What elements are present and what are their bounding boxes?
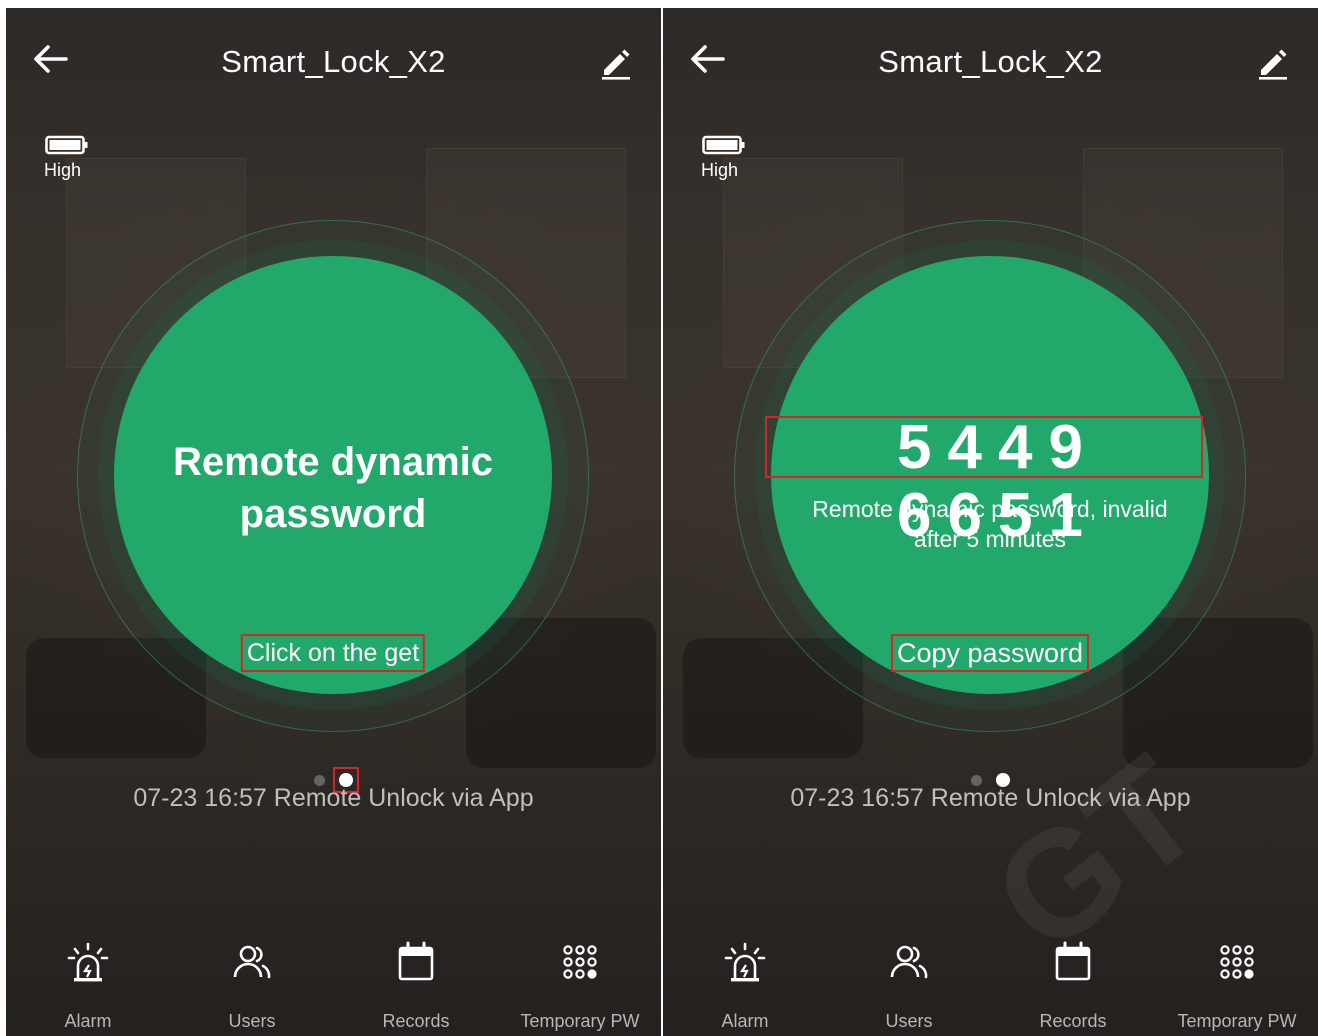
top-bar: Smart_Lock_X2 <box>6 8 661 118</box>
nav-label: Temporary PW <box>1177 1011 1297 1031</box>
nav-temporary-pw[interactable]: Temporary PW <box>498 933 661 1036</box>
device-title: Smart_Lock_X2 <box>221 44 446 79</box>
battery-level-label: High <box>44 160 82 180</box>
records-icon <box>1055 941 1091 981</box>
grid-dots-icon <box>1220 945 1254 979</box>
alarm-icon <box>67 942 109 982</box>
get-password-button[interactable]: Click on the get <box>240 634 426 672</box>
latest-record: 07-23 16:57 Remote Unlock via App <box>133 784 534 812</box>
grid-dots-icon <box>563 945 597 979</box>
nav-alarm[interactable]: Alarm <box>6 933 170 1036</box>
edit-pencil-icon[interactable] <box>599 46 633 80</box>
users-icon <box>233 945 271 979</box>
edit-pencil-icon[interactable] <box>1256 46 1290 80</box>
nav-label: Records <box>382 1011 450 1031</box>
nav-records[interactable]: Records <box>334 933 498 1036</box>
top-bar: Smart_Lock_X2 <box>663 8 1318 118</box>
battery-icon <box>702 135 745 155</box>
nav-users[interactable]: Users <box>827 933 991 1036</box>
nav-users[interactable]: Users <box>170 933 334 1036</box>
copy-password-button[interactable]: Copy password <box>890 634 1090 672</box>
password-circle[interactable]: Remote dynamic password Click on the get <box>114 256 552 694</box>
records-icon <box>398 941 434 981</box>
latest-record: 07-23 16:57 Remote Unlock via App <box>790 784 1191 812</box>
device-title: Smart_Lock_X2 <box>878 44 1103 79</box>
battery-status: High <box>44 134 96 181</box>
nav-label: Records <box>1039 1011 1107 1031</box>
battery-icon <box>45 135 88 155</box>
bottom-nav: Alarm Users Records Temporary PW <box>663 933 1318 1036</box>
alarm-icon <box>724 942 766 982</box>
nav-label: Alarm <box>64 1011 112 1031</box>
bottom-nav: Alarm Users Records Temporary PW <box>6 933 661 1036</box>
users-icon <box>890 945 928 979</box>
nav-label: Temporary PW <box>520 1011 640 1031</box>
nav-label: Users <box>228 1011 276 1031</box>
battery-status: High <box>701 134 753 181</box>
screen-remote-password-shown: Smart_Lock_X2 High 5449 6651 Remote dyna… <box>663 8 1318 1036</box>
battery-level-label: High <box>701 160 739 180</box>
nav-label: Users <box>885 1011 933 1031</box>
nav-alarm[interactable]: Alarm <box>663 933 827 1036</box>
circle-title: Remote dynamic password <box>172 440 494 536</box>
nav-label: Alarm <box>721 1011 769 1031</box>
password-circle: 5449 6651 Remote dynamic password, inval… <box>765 256 1209 694</box>
nav-records[interactable]: Records <box>991 933 1155 1036</box>
password-validity-note: Remote dynamic password, invalid after 5… <box>812 496 1168 552</box>
screen-remote-password-get: Smart_Lock_X2 High Remote dynamic passwo… <box>6 8 661 1036</box>
nav-temporary-pw[interactable]: Temporary PW <box>1155 933 1318 1036</box>
